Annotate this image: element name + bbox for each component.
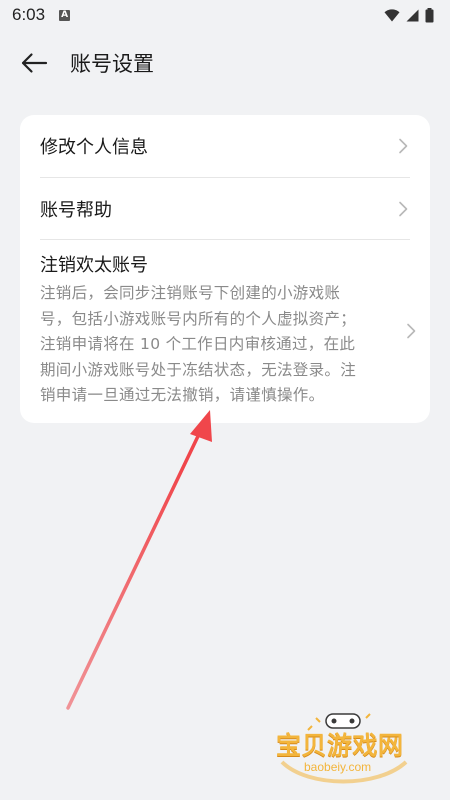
status-icons [384,7,434,23]
deregister-account-item[interactable]: 注销欢太账号 注销后，会同步注销账号下创建的小游戏账号，包括小游戏账号内所有的个… [40,240,416,423]
header: 账号设置 [0,38,450,88]
account-help-label: 账号帮助 [40,199,112,221]
watermark-name: 宝贝游戏网 [276,731,404,760]
back-button[interactable] [4,38,64,88]
watermark-url: baobeiy.com [304,760,372,774]
wifi-icon [384,8,400,21]
status-bar: 6:03 A [0,0,450,30]
edit-profile-label: 修改个人信息 [40,137,148,158]
status-time: 6:03 [12,5,46,24]
battery-icon [425,7,434,22]
chevron-right-icon [399,201,408,216]
page-title: 账号设置 [70,52,154,76]
deregister-title: 注销欢太账号 [40,255,148,276]
edit-profile-item[interactable]: 修改个人信息 [40,115,410,178]
notification-icon: A [59,9,71,21]
deregister-description: 注销后，会同步注销账号下创建的小游戏账号，包括小游戏账号内所有的个人虚拟资产；注… [40,284,357,404]
chevron-right-icon [399,138,408,154]
settings-card: 修改个人信息 账号帮助 注销欢太账号 注销后，会同步注销账号下创建的小游戏账号，… [20,115,430,423]
chevron-right-icon [407,323,416,339]
watermark: 宝贝游戏网 baobeiy.com [268,712,418,787]
signal-icon [406,9,419,21]
account-help-item[interactable]: 账号帮助 [40,178,410,240]
arrow-left-icon [21,53,48,73]
